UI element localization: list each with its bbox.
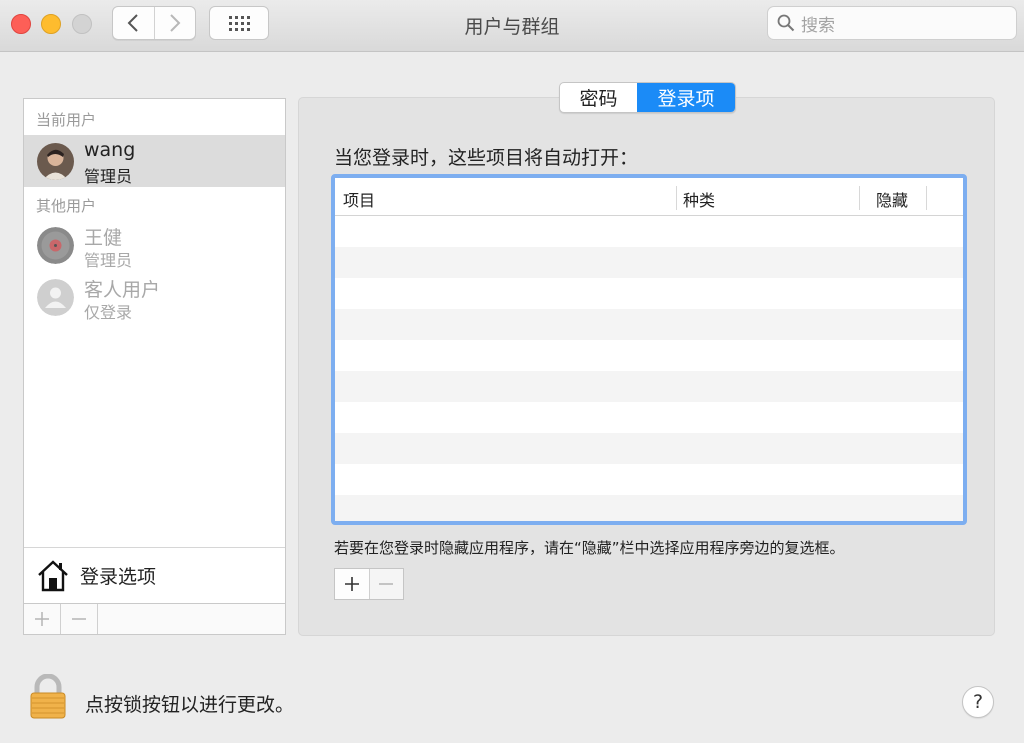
login-items-controls (334, 568, 404, 600)
user-role: 仅登录 (84, 303, 133, 322)
table-row (335, 495, 963, 521)
tab-password[interactable]: 密码 (560, 83, 637, 112)
avatar (37, 143, 74, 180)
house-icon (38, 559, 68, 591)
table-row (335, 309, 963, 340)
other-users-header: 其他用户 (36, 197, 97, 215)
column-separator (676, 186, 677, 210)
user-role: 管理员 (84, 167, 133, 186)
minus-icon (379, 583, 394, 585)
table-header: 项目 种类 隐藏 (335, 178, 963, 216)
table-row (335, 340, 963, 371)
column-header-kind[interactable]: 种类 (683, 187, 715, 211)
user-list-controls (24, 603, 285, 634)
lock-button[interactable] (28, 673, 68, 719)
user-name: wang (84, 139, 136, 161)
table-row (335, 247, 963, 278)
column-separator (926, 186, 927, 210)
remove-login-item-button[interactable] (368, 569, 403, 599)
remove-user-button[interactable] (61, 604, 98, 634)
column-header-item[interactable]: 项目 (343, 187, 375, 211)
user-row-guest[interactable]: 客人用户 仅登录 (24, 271, 285, 323)
user-list: 当前用户 wang 管理员 其他用户 王健 管理员 客人用户 仅登录 登录选项 (23, 98, 286, 635)
avatar (37, 227, 74, 264)
search-placeholder: 搜索 (801, 15, 835, 36)
add-login-item-button[interactable] (335, 569, 369, 599)
login-options-button[interactable]: 登录选项 (24, 547, 285, 603)
search-field[interactable]: 搜索 (767, 6, 1017, 40)
lock-text: 点按锁按钮以进行更改。 (85, 694, 295, 716)
user-name: 客人用户 (84, 279, 161, 301)
login-items-table[interactable]: 项目 种类 隐藏 (331, 174, 967, 525)
title-bar: 用户与群组 搜索 (0, 0, 1024, 52)
tab-bar: 密码 登录项 (559, 82, 736, 113)
user-role: 管理员 (84, 251, 133, 270)
add-user-button[interactable] (24, 604, 61, 634)
plus-icon (344, 577, 359, 591)
table-row (335, 216, 963, 247)
help-button[interactable]: ? (962, 686, 994, 718)
tab-login-items[interactable]: 登录项 (637, 83, 735, 112)
current-users-header: 当前用户 (36, 111, 97, 129)
column-header-hide[interactable]: 隐藏 (876, 187, 908, 211)
login-items-prompt: 当您登录时，这些项目将自动打开： (334, 147, 639, 169)
login-options-label: 登录选项 (80, 566, 157, 588)
guest-avatar-icon (37, 279, 74, 316)
user-row-wangjian[interactable]: 王健 管理员 (24, 219, 285, 271)
table-row (335, 464, 963, 495)
user-name: 王健 (84, 227, 123, 249)
table-row (335, 371, 963, 402)
search-icon (777, 14, 795, 32)
plus-icon (35, 612, 49, 626)
table-row (335, 402, 963, 433)
user-row-wang[interactable]: wang 管理员 (24, 135, 285, 187)
column-separator (859, 186, 860, 210)
minus-icon (72, 618, 86, 620)
hide-hint-text: 若要在您登录时隐藏应用程序，请在“隐藏”栏中选择应用程序旁边的复选框。 (334, 539, 845, 557)
table-row (335, 433, 963, 464)
lock-icon (30, 673, 66, 719)
table-row (335, 278, 963, 309)
